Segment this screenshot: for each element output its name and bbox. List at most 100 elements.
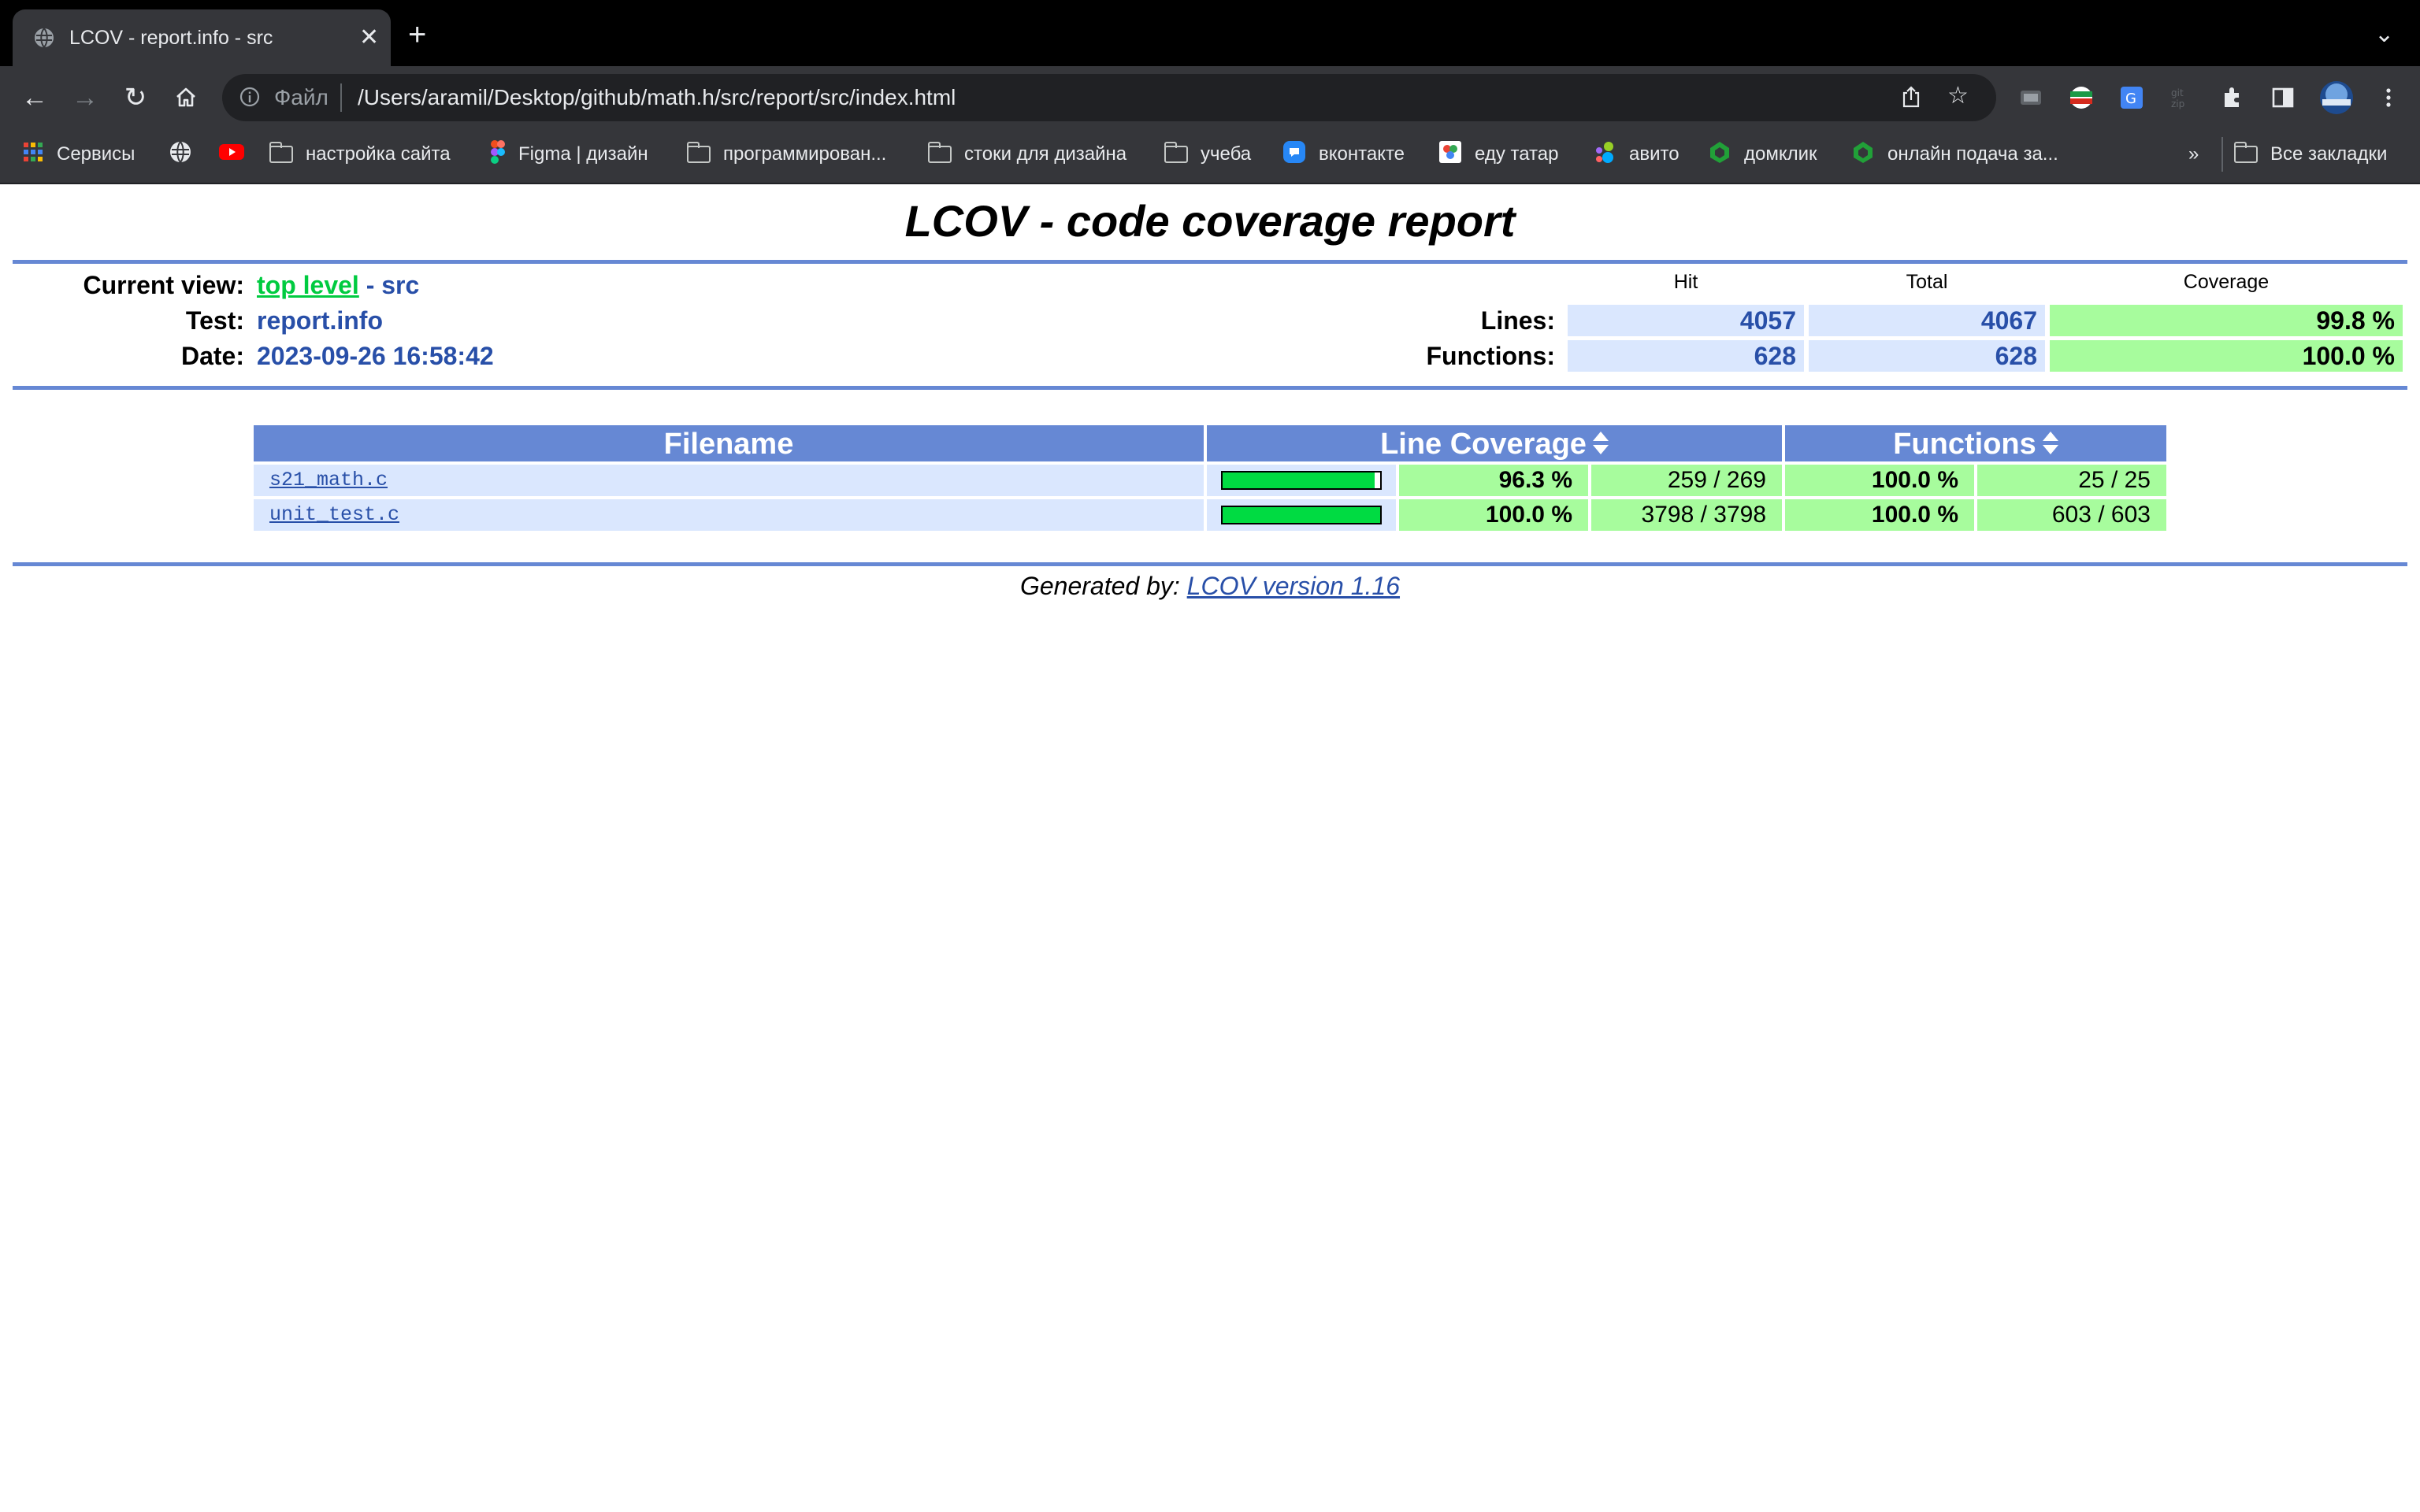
forward-icon[interactable]: → (69, 82, 101, 113)
footer-rule (13, 562, 2407, 566)
translate-icon[interactable]: G (2119, 85, 2144, 110)
bookmark-label: онлайн подача за... (1887, 143, 2058, 165)
total-header: Total (1906, 271, 1948, 293)
scheme-label: Файл (274, 85, 328, 109)
functions-label: Functions: (1426, 342, 1555, 370)
date-label: Date: (180, 342, 244, 370)
coverage-header: Coverage (2183, 271, 2270, 293)
bookmark-label: еду татар (1475, 143, 1559, 165)
cast-icon[interactable] (2018, 85, 2043, 110)
tab-strip: LCOV - report.info - src ✕ + ⌄ (0, 0, 2420, 66)
bookmark-folder[interactable]: программирован... (687, 142, 886, 167)
close-tab-icon[interactable]: ✕ (359, 25, 379, 50)
lines-hit: 4057 (1568, 305, 1804, 336)
bookmark-label: Все закладки (2270, 143, 2388, 165)
bookmark-label: настройка сайта (306, 143, 451, 165)
bookmark-avito[interactable]: авито (1593, 140, 1680, 169)
sort-icon[interactable] (2042, 431, 2058, 455)
home-icon[interactable] (170, 82, 202, 117)
bookmark-youtube[interactable] (219, 142, 257, 167)
svg-text:git: git (2171, 87, 2184, 98)
svg-text:zip: zip (2171, 98, 2184, 109)
bookmark-edu-tatar[interactable]: еду татар (1438, 140, 1559, 167)
top-level-link[interactable]: top level (257, 271, 359, 299)
bookmark-label: домклик (1744, 143, 1817, 165)
url-text[interactable]: /Users/aramil/Desktop/github/math.h/src/… (358, 85, 956, 110)
line-coverage-count: 259 / 269 (1591, 465, 1782, 496)
line-coverage-percent: 96.3 % (1399, 465, 1588, 496)
function-coverage-percent: 100.0 % (1785, 499, 1974, 531)
back-icon[interactable]: ← (19, 82, 50, 113)
bookmark-figma[interactable]: Figma | дизайн (490, 139, 648, 169)
coverage-bar-cell (1207, 465, 1396, 496)
bookmark-services[interactable]: Сервисы (22, 142, 135, 167)
lines-coverage: 99.8 % (2050, 305, 2403, 336)
sort-icon[interactable] (1592, 431, 1609, 455)
browser-tab[interactable]: LCOV - report.info - src ✕ (13, 9, 391, 66)
bookmark-label: учеба (1201, 143, 1252, 165)
functions-coverage: 100.0 % (2050, 340, 2403, 372)
folder-icon (2234, 142, 2258, 163)
bookmark-online[interactable]: онлайн подача за... (1851, 140, 2058, 169)
date-value: 2023-09-26 16:58:42 (257, 342, 494, 370)
file-link[interactable]: unit_test.c (269, 503, 399, 526)
folder-icon (269, 142, 293, 163)
line-coverage-header[interactable]: Line Coverage (1207, 425, 1782, 461)
menu-kebab-icon[interactable] (2376, 85, 2401, 110)
function-coverage-count: 603 / 603 (1977, 499, 2166, 531)
file-link[interactable]: s21_math.c (269, 469, 388, 491)
line-coverage-percent: 100.0 % (1399, 499, 1588, 531)
folder-icon (928, 142, 952, 163)
bookmark-folder[interactable]: учеба (1164, 142, 1251, 167)
test-value: report.info (257, 306, 383, 335)
figma-icon (490, 139, 506, 169)
chevron-down-icon[interactable]: ⌄ (2374, 20, 2394, 48)
tab-title: LCOV - report.info - src (69, 27, 273, 49)
bookmark-star-icon[interactable]: ☆ (1947, 82, 1969, 109)
reload-icon[interactable]: ↻ (120, 82, 151, 113)
functions-header-label: Functions (1893, 428, 2036, 461)
profile-avatar[interactable] (2319, 80, 2354, 115)
bookmark-vk[interactable]: вконтакте (1282, 140, 1405, 169)
avito-icon (1593, 140, 1616, 169)
gitzip-icon[interactable]: git zip (2169, 85, 2195, 110)
line-coverage-count: 3798 / 3798 (1591, 499, 1782, 531)
youtube-icon (219, 143, 244, 167)
lines-label: Lines: (1480, 306, 1555, 335)
folder-icon (687, 142, 711, 163)
page-title: LCOV - code coverage report (904, 196, 1516, 246)
bookmark-domclick[interactable]: домклик (1708, 141, 1817, 167)
extensions-puzzle-icon[interactable] (2220, 85, 2245, 110)
bookmark-label: Сервисы (57, 143, 135, 165)
bookmark-globe[interactable] (169, 140, 205, 167)
footer: Generated by: LCOV version 1.16 (0, 569, 2420, 603)
address-separator (340, 83, 342, 112)
bookmarks-divider (2221, 137, 2223, 172)
side-panel-icon[interactable] (2270, 85, 2296, 110)
vk-icon (1282, 140, 1306, 169)
bookmark-label: вконтакте (1319, 143, 1405, 165)
folder-icon (1164, 142, 1188, 163)
bookmark-folder[interactable]: стоки для дизайна (928, 142, 1126, 167)
share-icon[interactable] (1900, 85, 1922, 113)
table-row-filename: s21_math.c (254, 465, 1204, 496)
bookmark-label: авито (1629, 143, 1680, 165)
tatar-flag-icon[interactable] (2069, 85, 2094, 110)
footer-prefix: Generated by: (1019, 572, 1187, 600)
current-view-value: top level - src (257, 268, 419, 302)
all-bookmarks-button[interactable]: Все закладки (2234, 142, 2387, 167)
bookmarks-overflow-button[interactable]: » (2188, 142, 2199, 167)
bookmark-folder[interactable]: настройка сайта (269, 142, 451, 167)
table-row-filename: unit_test.c (254, 499, 1204, 531)
domclick-icon (1851, 140, 1875, 169)
functions-header[interactable]: Functions (1785, 425, 2166, 461)
bookmark-label: программирован... (723, 143, 887, 165)
line-coverage-header-label: Line Coverage (1380, 428, 1587, 461)
bookmark-label: стоки для дизайна (964, 143, 1127, 165)
new-tab-icon[interactable]: + (408, 19, 426, 50)
function-coverage-count: 25 / 25 (1977, 465, 2166, 496)
coverage-bar-fill (1223, 507, 1380, 523)
info-icon[interactable] (238, 85, 262, 113)
lcov-version-link[interactable]: LCOV version 1.16 (1187, 572, 1400, 600)
address-bar[interactable]: Файл /Users/aramil/Desktop/github/math.h… (222, 74, 1996, 121)
